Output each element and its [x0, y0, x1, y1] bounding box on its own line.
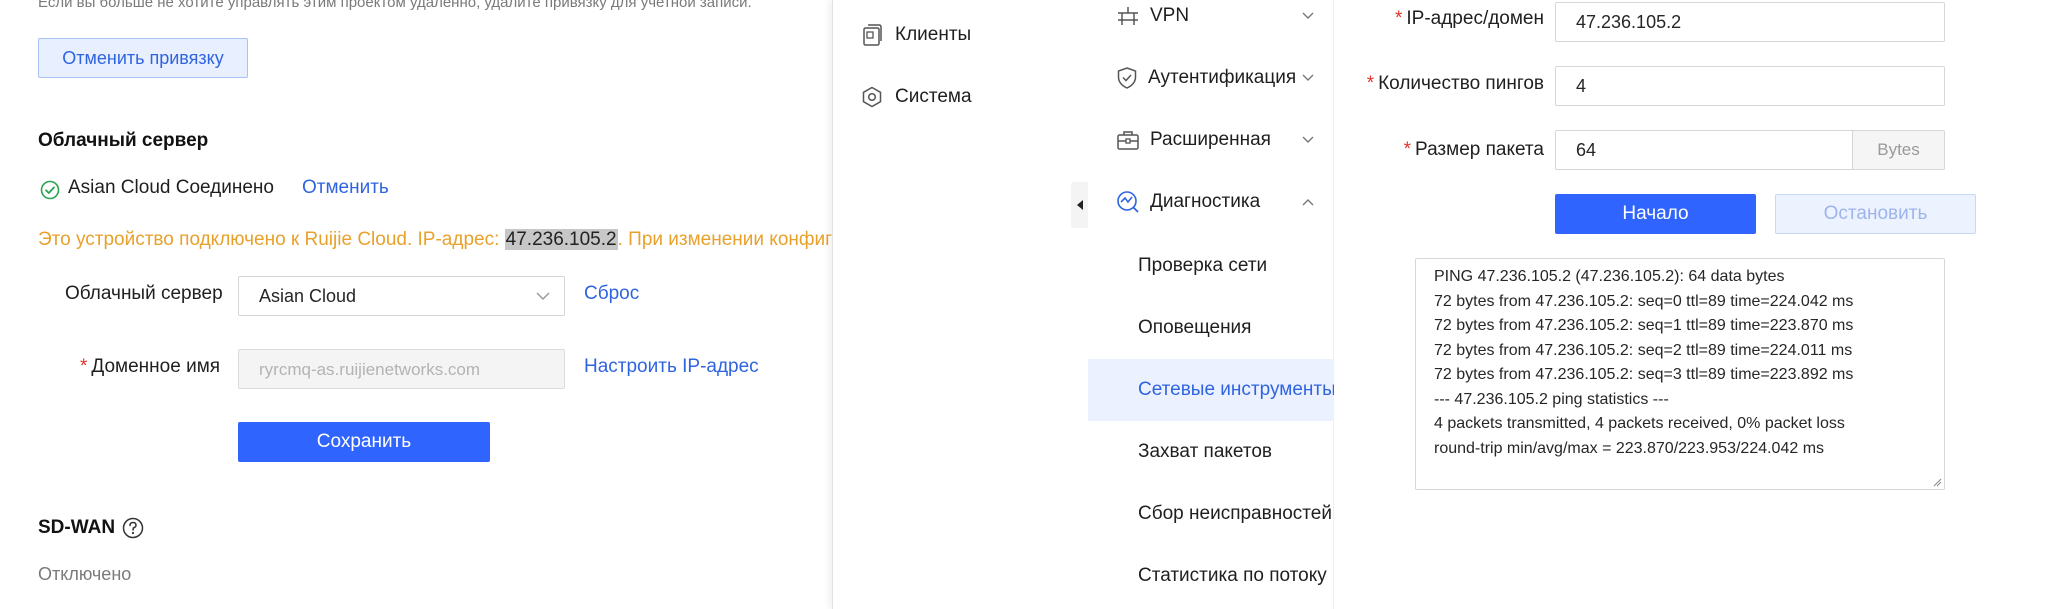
warning-suffix: . При изменении конфигурации...	[617, 229, 832, 250]
warning-prefix: Это устройство подключено к Ruijie Cloud…	[38, 229, 505, 250]
size-value: 64	[1576, 140, 1597, 160]
cancel-link[interactable]: Отменить	[302, 177, 389, 199]
required-mark: *	[80, 356, 88, 377]
clients-icon	[863, 24, 882, 46]
submenu-item-alerts[interactable]: Оповещения	[1088, 297, 1334, 359]
count-label-text: Количество пингов	[1378, 73, 1544, 94]
submenu-group-vpn[interactable]: VPN	[1116, 4, 1328, 28]
submenu-item-flow-stats[interactable]: Статистика по потоку	[1088, 545, 1334, 607]
cloud-warning: Это устройство подключено к Ruijie Cloud…	[38, 229, 832, 251]
required-mark: *	[1403, 139, 1412, 160]
chevron-down-icon	[536, 292, 550, 301]
nav-item-clients[interactable]: Клиенты	[861, 23, 971, 47]
unbind-note: Если вы больше не хотите управлять этим …	[38, 0, 752, 11]
shield-icon	[1117, 67, 1137, 89]
ping-output[interactable]: PING 47.236.105.2 (47.236.105.2): 64 dat…	[1415, 258, 1945, 490]
nav-item-system[interactable]: Система	[861, 86, 972, 108]
size-input[interactable]: 64 Bytes	[1555, 130, 1945, 170]
sdwan-title: SD-WAN	[38, 517, 116, 538]
cloud-server-title: Облачный сервер	[38, 130, 209, 151]
help-icon[interactable]	[122, 517, 144, 539]
submenu-group-label: VPN	[1150, 5, 1190, 26]
sdwan-status: Отключено	[38, 564, 132, 584]
output-line: --- 47.236.105.2 ping statistics ---	[1434, 390, 1669, 408]
diagnostics-icon	[1117, 191, 1139, 213]
collapse-left-button[interactable]	[1071, 182, 1089, 228]
arrow-left-icon	[1077, 200, 1083, 210]
cloud-settings-panel: Если вы больше не хотите управлять этим …	[0, 0, 832, 609]
ip-label: * IP-адрес/домен	[1395, 8, 1544, 30]
size-unit: Bytes	[1852, 131, 1944, 169]
ip-input[interactable]: 47.236.105.2	[1555, 2, 1945, 42]
size-label: * Размер пакета	[1404, 139, 1544, 161]
network-tools-panel: Клиенты Система VPN Аутентификация Расши…	[832, 0, 2057, 609]
domain-placeholder: ryrcmq-as.ruijienetworks.com	[259, 360, 481, 379]
chevron-up-icon	[1302, 199, 1314, 206]
toolbox-icon	[1117, 131, 1139, 150]
chevron-down-icon	[1302, 136, 1314, 143]
count-input[interactable]: 4	[1555, 66, 1945, 106]
resize-handle-icon[interactable]	[1932, 477, 1942, 487]
check-circle-icon	[40, 180, 60, 200]
output-line: 72 bytes from 47.236.105.2: seq=3 ttl=89…	[1434, 366, 1854, 383]
required-mark: *	[1366, 73, 1375, 94]
submenu-group-auth[interactable]: Аутентификация	[1116, 66, 1328, 90]
submenu-group-label: Аутентификация	[1148, 67, 1297, 88]
count-label: * Количество пингов	[1367, 73, 1544, 95]
chevron-down-icon	[1302, 12, 1314, 19]
domain-label: * Доменное имя	[80, 356, 220, 378]
submenu-item-packet-capture[interactable]: Захват пакетов	[1088, 421, 1334, 483]
submenu-group-advanced[interactable]: Расширенная	[1116, 129, 1328, 151]
required-mark: *	[1394, 8, 1403, 29]
chevron-down-icon	[1302, 74, 1314, 81]
ip-value: 47.236.105.2	[1576, 12, 1682, 32]
server-label: Облачный сервер	[65, 283, 223, 304]
count-value: 4	[1576, 76, 1587, 96]
warning-ip: 47.236.105.2	[504, 229, 618, 250]
domain-label-text: Доменное имя	[91, 356, 221, 377]
output-line: round-trip min/avg/max = 223.870/223.953…	[1434, 439, 1825, 457]
nav-item-label: Клиенты	[895, 24, 972, 45]
output-line: 72 bytes from 47.236.105.2: seq=0 ttl=89…	[1434, 292, 1854, 310]
submenu-item-network-check[interactable]: Проверка сети	[1088, 235, 1334, 297]
system-icon	[862, 86, 882, 108]
configure-ip-link[interactable]: Настроить IP-адрес	[584, 356, 759, 378]
cloud-server-select[interactable]: Asian Cloud	[238, 276, 565, 316]
server-select-value: Asian Cloud	[259, 286, 357, 306]
submenu-group-label: Диагностика	[1150, 191, 1261, 212]
output-line: 72 bytes from 47.236.105.2: seq=2 ttl=89…	[1434, 341, 1853, 359]
submenu-group-label: Расширенная	[1150, 129, 1271, 150]
save-button[interactable]: Сохранить	[238, 422, 490, 462]
submenu-item-fault-collection[interactable]: Сбор неисправностей	[1088, 483, 1334, 545]
reset-link[interactable]: Сброс	[584, 283, 639, 305]
submenu-group-diagnostics[interactable]: Диагностика	[1116, 190, 1328, 214]
nav-item-label: Система	[895, 86, 972, 107]
advanced-submenu: VPN Аутентификация Расширенная Диагности…	[1088, 0, 1334, 609]
ip-label-text: IP-адрес/домен	[1406, 8, 1544, 29]
output-line: 72 bytes from 47.236.105.2: seq=1 ttl=89…	[1434, 317, 1854, 334]
start-button[interactable]: Начало	[1555, 194, 1756, 234]
output-line: PING 47.236.105.2 (47.236.105.2): 64 dat…	[1434, 268, 1785, 285]
size-label-text: Размер пакета	[1415, 139, 1544, 160]
vpn-icon	[1118, 7, 1138, 25]
cloud-status: Asian Cloud Соединено	[68, 177, 274, 198]
domain-field[interactable]: ryrcmq-as.ruijienetworks.com	[238, 349, 565, 389]
output-line: 4 packets transmitted, 4 packets receive…	[1434, 415, 1845, 432]
unbind-button[interactable]: Отменить привязку	[38, 38, 248, 78]
stop-button[interactable]: Остановить	[1775, 194, 1976, 234]
submenu-item-network-tools[interactable]: Сетевые инструменты	[1088, 359, 1334, 421]
